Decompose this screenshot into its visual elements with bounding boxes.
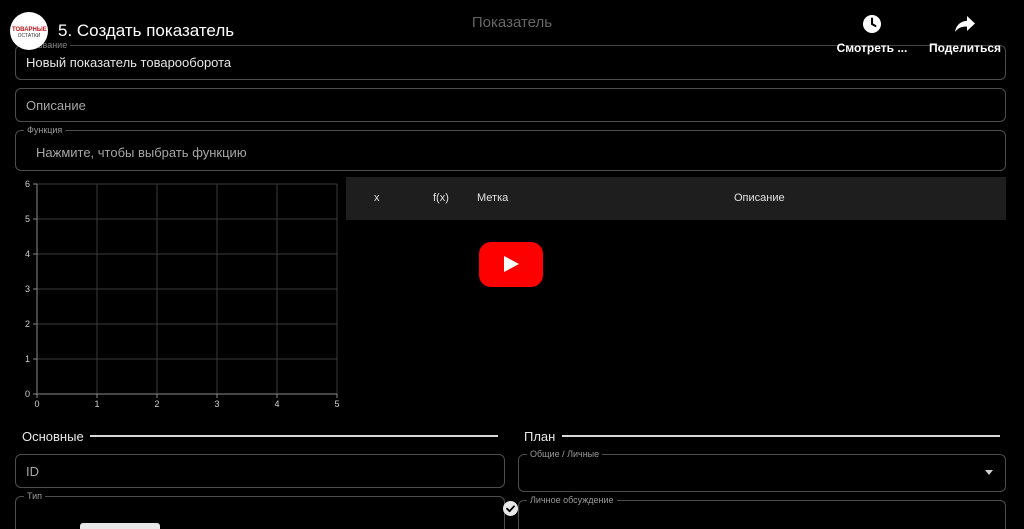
chart-x-tick-label: 5 bbox=[334, 399, 339, 408]
share-label: Поделиться bbox=[928, 41, 1002, 55]
description-field[interactable]: Описание bbox=[15, 88, 1006, 122]
chart-y-tick-label: 3 bbox=[25, 284, 30, 294]
discussion-field[interactable]: Личное обсуждение bbox=[518, 494, 1006, 529]
clock-icon bbox=[863, 15, 881, 33]
play-icon bbox=[504, 256, 519, 272]
watch-later-button[interactable]: Смотреть ... bbox=[832, 14, 912, 55]
channel-avatar[interactable]: ТОВАРНЫЕ ОСТАТКИ bbox=[10, 12, 48, 50]
id-field[interactable]: ID bbox=[15, 454, 505, 488]
watch-later-label: Смотреть ... bbox=[836, 41, 908, 55]
description-placeholder: Описание bbox=[26, 98, 86, 113]
column-label: Метка bbox=[477, 192, 509, 204]
bottom-button[interactable] bbox=[80, 523, 160, 529]
chart-x-tick-label: 1 bbox=[94, 399, 99, 408]
id-placeholder: ID bbox=[26, 464, 39, 479]
chart-y-tick-label: 2 bbox=[25, 319, 30, 329]
video-title[interactable]: 5. Создать показатель bbox=[58, 21, 234, 41]
column-fx: f(x) bbox=[433, 192, 449, 204]
chart-x-tick-label: 2 bbox=[154, 399, 159, 408]
play-button[interactable] bbox=[479, 242, 543, 287]
name-field-value: Новый показатель товарооборота bbox=[26, 55, 232, 70]
section-plan-title: План bbox=[524, 429, 556, 444]
chevron-down-icon bbox=[985, 470, 993, 475]
column-description: Описание bbox=[734, 192, 785, 204]
chart-x-tick-label: 3 bbox=[214, 399, 219, 408]
chart-y-tick-label: 0 bbox=[25, 389, 30, 399]
video-player[interactable]: Показатель Название Новый показатель тов… bbox=[0, 0, 1024, 529]
share-icon bbox=[955, 16, 975, 32]
function-selector[interactable]: Функция Нажмите, чтобы выбрать функцию bbox=[15, 124, 1006, 171]
scope-select[interactable]: Общие / Личные bbox=[518, 448, 1006, 492]
share-button[interactable]: Поделиться bbox=[924, 14, 1006, 55]
function-chart: 0 1 2 3 4 5 0 1 2 3 4 5 6 bbox=[14, 176, 344, 408]
check-circle-icon[interactable] bbox=[502, 500, 519, 517]
scope-select-label: Общие / Личные bbox=[527, 448, 603, 460]
chart-y-tick-label: 5 bbox=[25, 214, 30, 224]
section-basic-divider bbox=[90, 435, 498, 437]
column-x: x bbox=[374, 192, 380, 204]
chart-x-tick-label: 0 bbox=[34, 399, 39, 408]
chart-y-tick-label: 6 bbox=[25, 179, 30, 189]
discussion-field-label: Личное обсуждение bbox=[527, 494, 617, 506]
type-field-label: Тип bbox=[24, 490, 46, 502]
section-plan-divider bbox=[562, 435, 1000, 437]
function-placeholder: Нажмите, чтобы выбрать функцию bbox=[36, 145, 247, 160]
section-basic-title: Основные bbox=[22, 429, 84, 444]
chart-x-tick-label: 4 bbox=[274, 399, 279, 408]
chart-y-tick-label: 1 bbox=[25, 354, 30, 364]
points-table-header: x f(x) Метка Описание bbox=[346, 177, 1006, 220]
function-field-label: Функция bbox=[24, 124, 66, 136]
channel-logo-subtext: ОСТАТКИ bbox=[17, 33, 41, 39]
chart-svg: 0 1 2 3 4 5 0 1 2 3 4 5 6 bbox=[25, 179, 340, 408]
chart-y-tick-label: 4 bbox=[25, 249, 30, 259]
